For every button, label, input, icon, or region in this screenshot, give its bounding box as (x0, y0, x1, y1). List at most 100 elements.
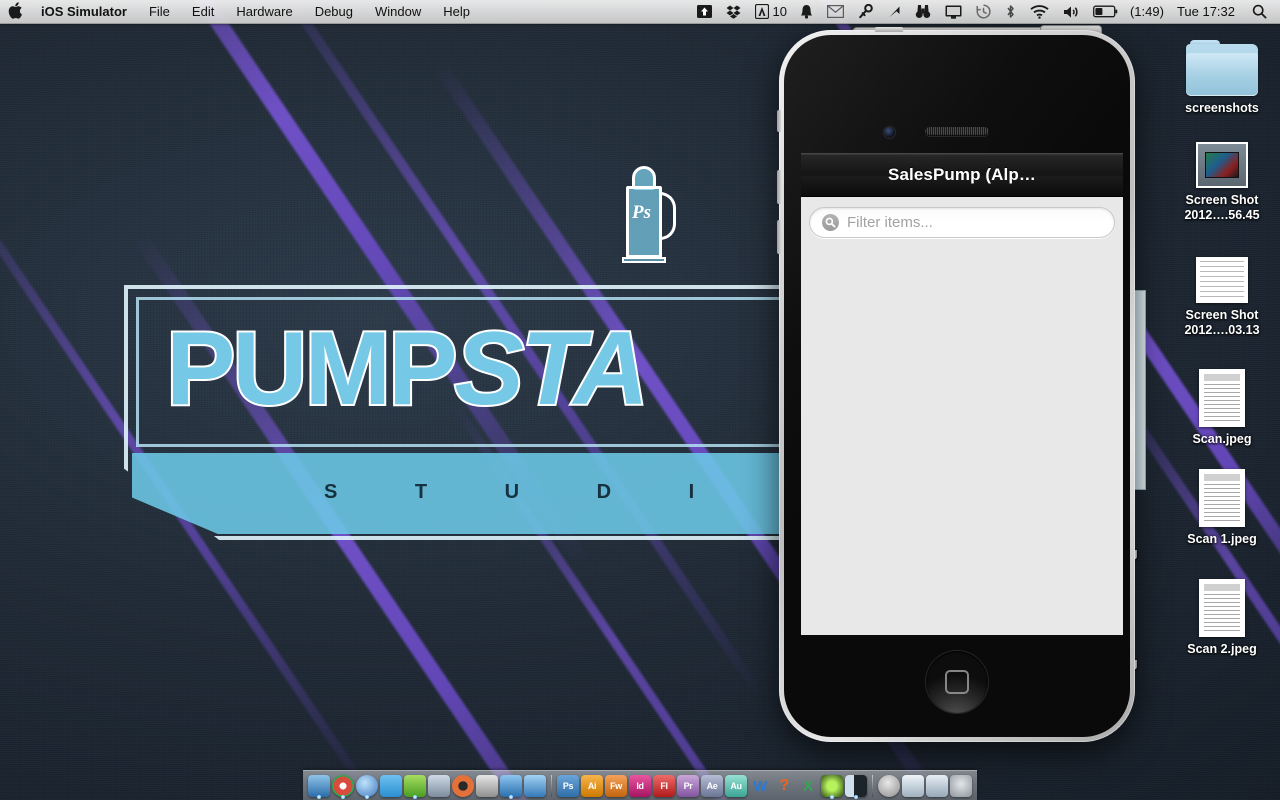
dock-item-illustrator[interactable]: Ai (580, 775, 604, 798)
dock-item-label: Fw (610, 780, 622, 791)
screenshot-thumbnail-icon (1196, 142, 1248, 188)
menu-window[interactable]: Window (364, 0, 432, 24)
wallpaper-logo: Ps PUMPSTA S T U D I (118, 150, 858, 580)
dock-item-itunes[interactable] (355, 775, 379, 799)
items-list[interactable] (809, 238, 1115, 618)
bell-icon[interactable] (793, 0, 820, 24)
desktop-icon-scan-2-jpeg[interactable]: Scan 2.jpeg (1162, 579, 1280, 657)
silent-switch[interactable] (777, 110, 781, 132)
mail-icon[interactable] (820, 0, 851, 24)
front-camera-icon (884, 127, 895, 138)
dock-item-app-generic[interactable] (475, 775, 499, 798)
dock[interactable]: Ps Ai Fw Id Fl Pr Ae Au W ? X (303, 770, 977, 800)
dock-item-label: Fl (660, 780, 668, 791)
battery-time-remaining: (1:49) (1129, 4, 1164, 19)
desktop-icon-label: Scan 1.jpeg (1187, 532, 1257, 546)
apple-menu-icon[interactable] (0, 2, 30, 21)
dock-separator (872, 775, 873, 797)
dock-item-premiere[interactable]: Pr (676, 775, 700, 798)
desktop-icon-screenshots[interactable]: screenshots (1162, 40, 1280, 116)
time-machine-icon[interactable] (969, 0, 998, 24)
dock-item-fireworks[interactable]: Fw (604, 775, 628, 798)
logo-frame: PUMPSTA S T U D I (124, 285, 856, 540)
dock-item-cube-app[interactable] (820, 775, 844, 799)
home-button[interactable] (926, 651, 988, 713)
document-thumbnail-icon (1199, 469, 1245, 527)
logo-subtitle: S T U D I (324, 481, 731, 503)
desktop-icon-label: Scan.jpeg (1192, 432, 1252, 446)
dock-item-audition[interactable]: Au (724, 775, 748, 798)
dock-item-aftereffects[interactable]: Ae (700, 775, 724, 798)
logo-wordmark: PUMPSTA (164, 315, 651, 423)
desktop-icon-screen-shot-1[interactable]: Screen Shot 2012….56.45 (1162, 142, 1280, 223)
arrow-icon[interactable] (880, 0, 908, 24)
dock-item-ubuntu[interactable] (451, 775, 475, 798)
folder-icon (1186, 40, 1258, 96)
earpiece-speaker-icon (925, 127, 989, 136)
gas-pump-icon: Ps (618, 158, 680, 268)
display-icon[interactable] (938, 0, 969, 24)
dock-item-virtualbox[interactable] (427, 775, 451, 798)
battery-icon[interactable] (1086, 0, 1125, 24)
dock-item-dashboard[interactable] (877, 775, 901, 798)
bluetooth-icon[interactable] (998, 0, 1023, 24)
menu-debug[interactable]: Debug (304, 0, 364, 24)
adobe-icon[interactable] (748, 0, 771, 24)
app-navigation-bar: SalesPump (Alp… (801, 153, 1123, 197)
filter-items-input[interactable]: Filter items... (809, 207, 1115, 238)
desktop-icon-label: Screen Shot 2012….03.13 (1184, 308, 1260, 337)
dock-item-photoshop[interactable]: Ps (556, 775, 580, 798)
menu-app-name[interactable]: iOS Simulator (30, 0, 138, 24)
dropbox-icon[interactable] (719, 0, 748, 24)
simulator-screen[interactable]: SalesPump (Alp… Filter items... (801, 153, 1123, 635)
spotlight-search-icon[interactable] (1245, 0, 1274, 24)
dock-separator (551, 775, 552, 797)
clock[interactable]: Tue 17:32 (1169, 4, 1245, 19)
device-face: SalesPump (Alp… Filter items... (784, 35, 1130, 737)
volume-down-button[interactable] (777, 220, 781, 254)
dock-item-help[interactable]: ? (772, 775, 796, 798)
filter-placeholder: Filter items... (847, 214, 933, 231)
search-bar[interactable]: Filter items... (809, 207, 1115, 238)
menu-help[interactable]: Help (432, 0, 481, 24)
dock-item-label: W (753, 777, 767, 795)
volume-icon[interactable] (1056, 0, 1086, 24)
dock-item-word[interactable]: W (748, 775, 772, 798)
power-button[interactable] (875, 27, 903, 32)
dock-item-evernote[interactable] (403, 775, 427, 799)
ios-simulator-window[interactable]: SalesPump (Alp… Filter items... (777, 27, 1135, 742)
desktop-icon-label: Scan 2.jpeg (1187, 642, 1257, 656)
menu-file[interactable]: File (138, 0, 181, 24)
dock-item-twitter[interactable] (379, 775, 403, 798)
dock-item-indesign[interactable]: Id (628, 775, 652, 798)
dock-item-excel[interactable]: X (796, 775, 820, 798)
volume-up-button[interactable] (777, 170, 781, 204)
dock-item-terminal[interactable] (844, 775, 868, 799)
desktop-icon-screen-shot-2[interactable]: Screen Shot 2012….03.13 (1162, 257, 1280, 338)
menu-bar[interactable]: iOS Simulator File Edit Hardware Debug W… (0, 0, 1280, 24)
menu-edit[interactable]: Edit (181, 0, 225, 24)
upload-arrow-icon[interactable] (690, 0, 719, 24)
logo-word-main: PUMP (164, 311, 459, 427)
desktop-icon-scan-1-jpeg[interactable]: Scan 1.jpeg (1162, 469, 1280, 547)
dock-item-label: X (803, 777, 813, 795)
dock-item-documents-stack[interactable] (925, 775, 949, 798)
dock-item-finder[interactable] (307, 775, 331, 799)
home-square-icon (945, 670, 969, 694)
dock-item-label: ? (779, 777, 789, 794)
dock-item-downloads-stack[interactable] (901, 775, 925, 798)
dock-item-trash[interactable] (949, 775, 973, 798)
desktop-icon-scan-jpeg[interactable]: Scan.jpeg (1162, 369, 1280, 447)
desktop-icon-label: screenshots (1185, 101, 1259, 115)
wifi-icon[interactable] (1023, 0, 1056, 24)
binoculars-icon[interactable] (908, 0, 938, 24)
dock-item-xcode[interactable] (499, 775, 523, 799)
key-icon[interactable] (851, 0, 880, 24)
menu-hardware[interactable]: Hardware (225, 0, 303, 24)
desktop-background[interactable]: Ps PUMPSTA S T U D I eg eg g g screensho… (0, 0, 1280, 800)
dock-item-xcode-2[interactable] (523, 775, 547, 798)
dock-item-chrome[interactable] (331, 775, 355, 799)
spreadsheet-thumbnail-icon (1196, 257, 1248, 303)
app-content-area[interactable]: Filter items... (801, 197, 1123, 635)
dock-item-flash[interactable]: Fl (652, 775, 676, 798)
